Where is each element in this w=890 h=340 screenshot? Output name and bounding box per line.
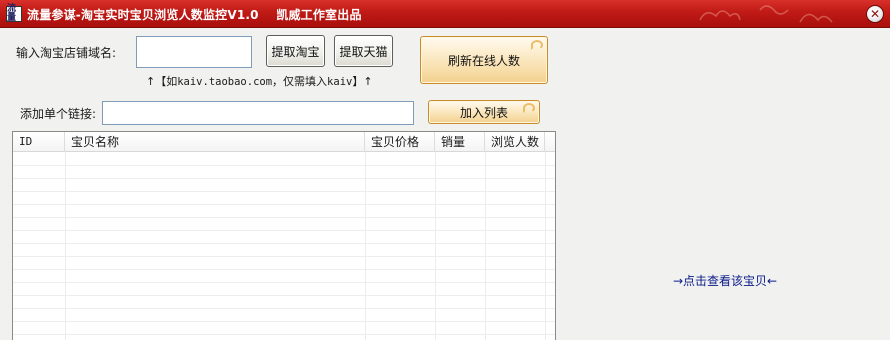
view-item-link[interactable]: →点击查看该宝贝← — [673, 272, 777, 289]
cloud-pattern-icon — [699, 5, 833, 23]
column-divider — [485, 152, 486, 340]
row-divider — [13, 204, 555, 205]
table-header: ID 宝贝名称 宝贝价格 销量 浏览人数 — [13, 132, 555, 152]
domain-hint: ↑【如kaiv.taobao.com，仅需填入kaiv】↑ — [146, 73, 373, 89]
column-header-views[interactable]: 浏览人数 — [485, 132, 545, 152]
row-divider — [13, 230, 555, 231]
column-divider — [65, 152, 66, 340]
row-divider — [13, 178, 555, 179]
shop-domain-label: 输入淘宝店铺域名: — [16, 46, 117, 60]
extract-taobao-button[interactable]: 提取淘宝 — [266, 35, 325, 67]
column-header-sales[interactable]: 销量 — [435, 132, 485, 152]
column-divider — [435, 152, 436, 340]
single-link-input[interactable] — [102, 101, 414, 125]
column-divider — [545, 152, 546, 340]
app-window: 流量 流量参谋-淘宝实时宝贝浏览人数监控V1.0 凯威工作室出品 ✕ 输入淘宝店… — [0, 0, 890, 340]
hint-key: kaiv — [327, 76, 353, 88]
row-divider — [13, 334, 555, 335]
swirl-icon — [523, 103, 535, 113]
row-divider — [13, 295, 555, 296]
row-divider — [13, 191, 555, 192]
add-to-list-button[interactable]: 加入列表 — [428, 100, 540, 124]
single-link-label: 添加单个链接: — [20, 107, 97, 121]
row-divider — [13, 308, 555, 309]
hint-prefix: ↑【如 — [146, 75, 178, 88]
row-divider — [13, 256, 555, 257]
shop-domain-input[interactable] — [136, 36, 252, 68]
swirl-icon — [531, 40, 543, 50]
title-bar[interactable]: 流量 流量参谋-淘宝实时宝贝浏览人数监控V1.0 凯威工作室出品 ✕ — [0, 0, 890, 28]
column-header-name[interactable]: 宝贝名称 — [65, 132, 365, 152]
row-divider — [13, 321, 555, 322]
hint-example: kaiv.taobao.com — [177, 76, 273, 88]
hint-suffix: 】↑ — [352, 75, 373, 88]
close-icon: ✕ — [869, 7, 881, 21]
add-button-label: 加入列表 — [459, 105, 508, 120]
window-title: 流量参谋-淘宝实时宝贝浏览人数监控V1.0 凯威工作室出品 — [27, 8, 362, 22]
close-button[interactable]: ✕ — [866, 5, 884, 23]
row-divider — [13, 217, 555, 218]
refresh-online-count-button[interactable]: 刷新在线人数 — [420, 36, 548, 84]
hint-middle: ，仅需填入 — [272, 75, 328, 88]
row-divider — [13, 282, 555, 283]
extract-tmall-button[interactable]: 提取天猫 — [334, 35, 393, 67]
refresh-button-label: 刷新在线人数 — [447, 53, 520, 68]
column-header-price[interactable]: 宝贝价格 — [365, 132, 435, 152]
app-icon: 流量 — [6, 5, 22, 23]
row-divider — [13, 165, 555, 166]
row-divider — [13, 243, 555, 244]
item-table[interactable]: ID 宝贝名称 宝贝价格 销量 浏览人数 — [12, 131, 556, 340]
column-divider — [365, 152, 366, 340]
row-divider — [13, 269, 555, 270]
column-header-id[interactable]: ID — [13, 132, 65, 152]
